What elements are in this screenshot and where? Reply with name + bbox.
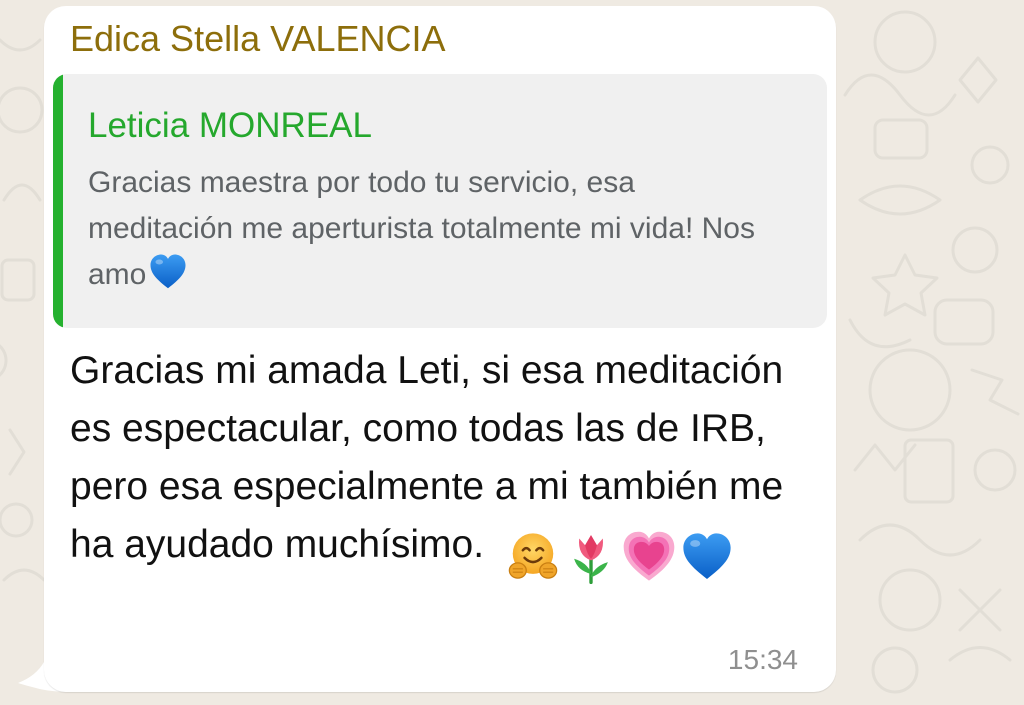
blue-heart-icon bbox=[683, 533, 731, 579]
blue-heart-icon bbox=[150, 254, 186, 289]
quote-accent-bar bbox=[53, 74, 63, 328]
sender-name[interactable]: Edica Stella VALENCIA bbox=[70, 18, 446, 60]
emoji-group bbox=[506, 526, 738, 584]
quoted-message[interactable]: Leticia MONREAL Gracias maestra por todo… bbox=[53, 74, 827, 328]
message-body: Gracias mi amada Leti, si esa meditación… bbox=[70, 342, 810, 584]
message-timestamp: 15:34 bbox=[727, 644, 798, 675]
quoted-message-author: Leticia MONREAL bbox=[88, 106, 372, 145]
hugging-face-icon bbox=[508, 533, 558, 579]
growing-heart-icon bbox=[623, 531, 675, 581]
tulip-icon bbox=[574, 534, 608, 584]
quoted-message-body: Gracias maestra por todo tu servicio, es… bbox=[88, 160, 788, 298]
